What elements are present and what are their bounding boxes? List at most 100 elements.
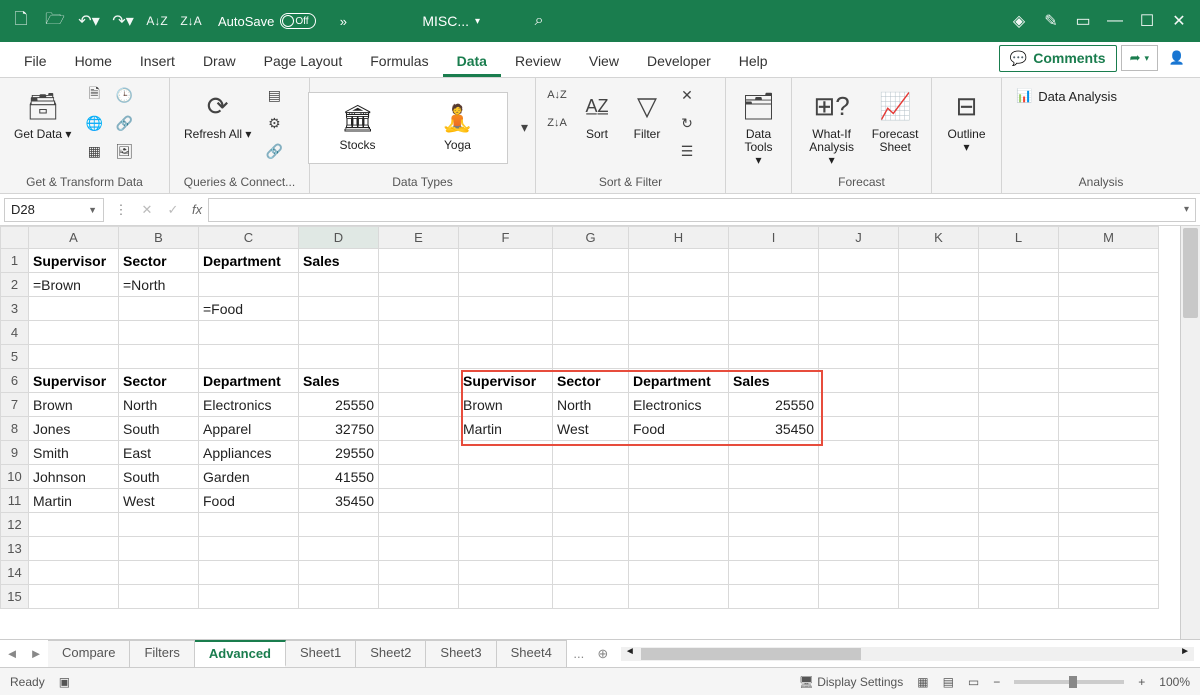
cell-E3[interactable]	[379, 297, 459, 321]
tab-home[interactable]: Home	[61, 45, 126, 77]
tab-formulas[interactable]: Formulas	[356, 45, 442, 77]
redo-button[interactable]: ↷▾	[108, 6, 138, 36]
cell-K11[interactable]	[899, 489, 979, 513]
sheet-tab-compare[interactable]: Compare	[48, 640, 130, 667]
cell-F6[interactable]: Supervisor	[459, 369, 553, 393]
cell-G1[interactable]	[553, 249, 629, 273]
reapply-icon[interactable]: ↻	[674, 110, 700, 136]
cell-J6[interactable]	[819, 369, 899, 393]
cell-C8[interactable]: Apparel	[199, 417, 299, 441]
cell-B9[interactable]: East	[119, 441, 199, 465]
cell-G6[interactable]: Sector	[553, 369, 629, 393]
cell-B2[interactable]: =North	[119, 273, 199, 297]
cell-C7[interactable]: Electronics	[199, 393, 299, 417]
cell-C1[interactable]: Department	[199, 249, 299, 273]
from-web-icon[interactable]: 🌐	[81, 110, 107, 136]
cell-L15[interactable]	[979, 585, 1059, 609]
cell-D5[interactable]	[299, 345, 379, 369]
horizontal-scrollbar[interactable]: ◄ ►	[621, 647, 1194, 661]
account-icon[interactable]: 👤	[1162, 43, 1192, 73]
cell-H9[interactable]	[629, 441, 729, 465]
cell-C4[interactable]	[199, 321, 299, 345]
cell-B10[interactable]: South	[119, 465, 199, 489]
enter-icon[interactable]: ✓	[160, 202, 186, 218]
cell-K8[interactable]	[899, 417, 979, 441]
tab-page-layout[interactable]: Page Layout	[250, 45, 357, 77]
cell-E1[interactable]	[379, 249, 459, 273]
cell-H4[interactable]	[629, 321, 729, 345]
cell-L10[interactable]	[979, 465, 1059, 489]
column-header-A[interactable]: A	[29, 227, 119, 249]
cell-H1[interactable]	[629, 249, 729, 273]
cell-M12[interactable]	[1059, 513, 1159, 537]
display-settings-button[interactable]: 🖥 Display Settings	[799, 675, 904, 689]
cell-H5[interactable]	[629, 345, 729, 369]
advanced-filter-icon[interactable]: ☰	[674, 138, 700, 164]
cell-K6[interactable]	[899, 369, 979, 393]
cell-B15[interactable]	[119, 585, 199, 609]
sort-desc-icon[interactable]: Z↓A	[176, 6, 206, 36]
cell-A5[interactable]	[29, 345, 119, 369]
cell-B5[interactable]	[119, 345, 199, 369]
sort-az-icon[interactable]: A↓Z	[544, 82, 570, 108]
cell-J9[interactable]	[819, 441, 899, 465]
row-header-15[interactable]: 15	[1, 585, 29, 609]
row-header-3[interactable]: 3	[1, 297, 29, 321]
row-header-12[interactable]: 12	[1, 513, 29, 537]
cell-I5[interactable]	[729, 345, 819, 369]
cell-F5[interactable]	[459, 345, 553, 369]
premium-icon[interactable]: ◈	[1004, 6, 1034, 36]
cancel-formula-icon[interactable]: ⋮	[108, 202, 134, 218]
cell-C15[interactable]	[199, 585, 299, 609]
tab-insert[interactable]: Insert	[126, 45, 189, 77]
document-name[interactable]: MISC...▾	[422, 13, 480, 29]
tabs-more-icon[interactable]: ...	[567, 646, 591, 661]
cell-K2[interactable]	[899, 273, 979, 297]
row-header-6[interactable]: 6	[1, 369, 29, 393]
cell-E7[interactable]	[379, 393, 459, 417]
cell-M6[interactable]	[1059, 369, 1159, 393]
cell-F9[interactable]	[459, 441, 553, 465]
cell-E13[interactable]	[379, 537, 459, 561]
cell-J5[interactable]	[819, 345, 899, 369]
cell-I11[interactable]	[729, 489, 819, 513]
cell-H15[interactable]	[629, 585, 729, 609]
column-header-H[interactable]: H	[629, 227, 729, 249]
sort-asc-icon[interactable]: A↓Z	[142, 6, 172, 36]
cell-E14[interactable]	[379, 561, 459, 585]
macro-record-icon[interactable]: ▣	[59, 675, 70, 689]
tab-file[interactable]: File	[10, 45, 61, 77]
cell-M10[interactable]	[1059, 465, 1159, 489]
cell-G9[interactable]	[553, 441, 629, 465]
column-header-F[interactable]: F	[459, 227, 553, 249]
cell-D13[interactable]	[299, 537, 379, 561]
tab-data[interactable]: Data	[443, 45, 501, 77]
cell-F1[interactable]	[459, 249, 553, 273]
cell-H10[interactable]	[629, 465, 729, 489]
sheet-tab-filters[interactable]: Filters	[130, 640, 194, 667]
cell-H12[interactable]	[629, 513, 729, 537]
cell-K10[interactable]	[899, 465, 979, 489]
data-analysis-button[interactable]: 📊 Data Analysis	[1010, 82, 1123, 110]
cell-J7[interactable]	[819, 393, 899, 417]
properties-icon[interactable]: ⚙	[261, 110, 287, 136]
cell-E6[interactable]	[379, 369, 459, 393]
cell-F12[interactable]	[459, 513, 553, 537]
cell-D4[interactable]	[299, 321, 379, 345]
row-header-11[interactable]: 11	[1, 489, 29, 513]
cell-F14[interactable]	[459, 561, 553, 585]
cell-D8[interactable]: 32750	[299, 417, 379, 441]
column-header-G[interactable]: G	[553, 227, 629, 249]
cell-C11[interactable]: Food	[199, 489, 299, 513]
cell-G8[interactable]: West	[553, 417, 629, 441]
ribbon-mode-icon[interactable]: ▭	[1068, 6, 1098, 36]
cell-G12[interactable]	[553, 513, 629, 537]
cell-M4[interactable]	[1059, 321, 1159, 345]
cell-M3[interactable]	[1059, 297, 1159, 321]
cell-G13[interactable]	[553, 537, 629, 561]
cell-L2[interactable]	[979, 273, 1059, 297]
cell-A13[interactable]	[29, 537, 119, 561]
cell-A11[interactable]: Martin	[29, 489, 119, 513]
cell-C3[interactable]: =Food	[199, 297, 299, 321]
zoom-level[interactable]: 100%	[1159, 675, 1190, 689]
